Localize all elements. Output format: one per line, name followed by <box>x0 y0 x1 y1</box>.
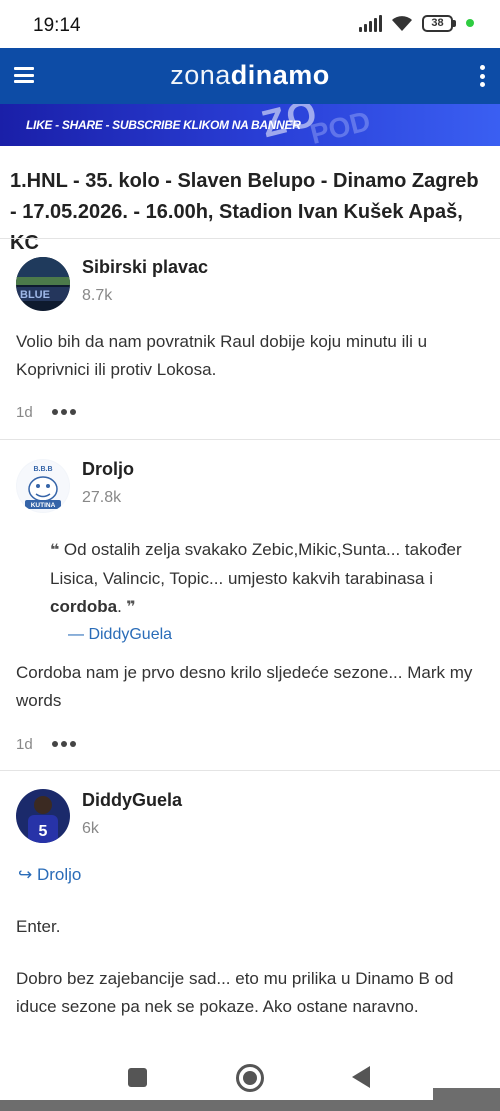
quote-author-link[interactable]: — DiddyGuela <box>68 626 172 644</box>
author-reputation: 8.7k <box>82 287 113 304</box>
app-header: zonadinamo <box>0 48 500 104</box>
author-reputation: 27.8k <box>82 489 122 506</box>
avatar-number: 5 <box>39 823 48 840</box>
post-body: Volio bih da nam povratnik Raul dobije k… <box>16 332 428 379</box>
more-options-icon[interactable] <box>478 65 486 87</box>
post-body: Cordoba nam je prvo desno krilo sljedeće… <box>16 663 473 710</box>
quote-text: Od ostalih zelja svakako Zebic,Mikic,Sun… <box>50 540 462 588</box>
wifi-icon <box>392 16 412 31</box>
bottom-bar <box>0 1100 500 1111</box>
svg-text:BLUE: BLUE <box>20 289 50 301</box>
avatar-text-bottom: KUTINA <box>31 502 56 509</box>
topic-title: 1.HNL - 35. kolo - Slaven Belupo - Dinam… <box>10 170 479 254</box>
home-button[interactable] <box>236 1064 264 1092</box>
status-icons: 38 <box>359 14 474 32</box>
post-time: 1d <box>16 404 33 421</box>
post-author[interactable]: Sibirski plavac <box>82 257 208 278</box>
open-quote-icon: ❝ <box>50 542 64 559</box>
site-logo[interactable]: zonadinamo <box>0 60 500 91</box>
avatar[interactable]: 5 <box>16 789 70 843</box>
status-time: 19:14 <box>33 15 81 36</box>
recent-apps-button[interactable] <box>128 1068 147 1087</box>
post-body: Enter. <box>16 917 61 936</box>
battery-level: 38 <box>422 14 453 32</box>
post-body-2: Dobro bez zajebancije sad... eto mu pril… <box>16 969 454 1016</box>
quote-block: ❝ Od ostalih zelja svakako Zebic,Mikic,S… <box>50 536 470 622</box>
avatar[interactable]: BLUE <box>16 257 70 311</box>
privacy-indicator-dot <box>466 19 474 27</box>
author-reputation: 6k <box>82 820 99 837</box>
avatar[interactable]: B.B.B KUTINA <box>16 459 70 513</box>
battery-icon: 38 <box>422 14 456 32</box>
signal-icon <box>359 14 382 32</box>
post-author[interactable]: Droljo <box>82 459 134 480</box>
quote-bold-text: cordoba <box>50 597 118 616</box>
back-button[interactable] <box>352 1066 370 1088</box>
divider <box>0 439 500 440</box>
system-nav-bar <box>0 1052 500 1100</box>
promo-banner[interactable]: LIKE - SHARE - SUBSCRIBE KLIKOM NA BANNE… <box>0 104 500 146</box>
banner-text: LIKE - SHARE - SUBSCRIBE KLIKOM NA BANNE… <box>26 118 301 132</box>
divider <box>0 238 500 239</box>
reply-to-link[interactable]: ↪ Droljo <box>18 865 81 885</box>
status-bar: 19:14 38 <box>0 0 500 48</box>
avatar-text-top: B.B.B <box>33 466 52 473</box>
post-author[interactable]: DiddyGuela <box>82 790 182 811</box>
close-quote-icon: ❞ <box>121 599 136 616</box>
post-more-icon[interactable] <box>52 409 76 415</box>
post-more-icon[interactable] <box>52 741 76 747</box>
post-time: 1d <box>16 736 33 753</box>
divider <box>0 770 500 771</box>
